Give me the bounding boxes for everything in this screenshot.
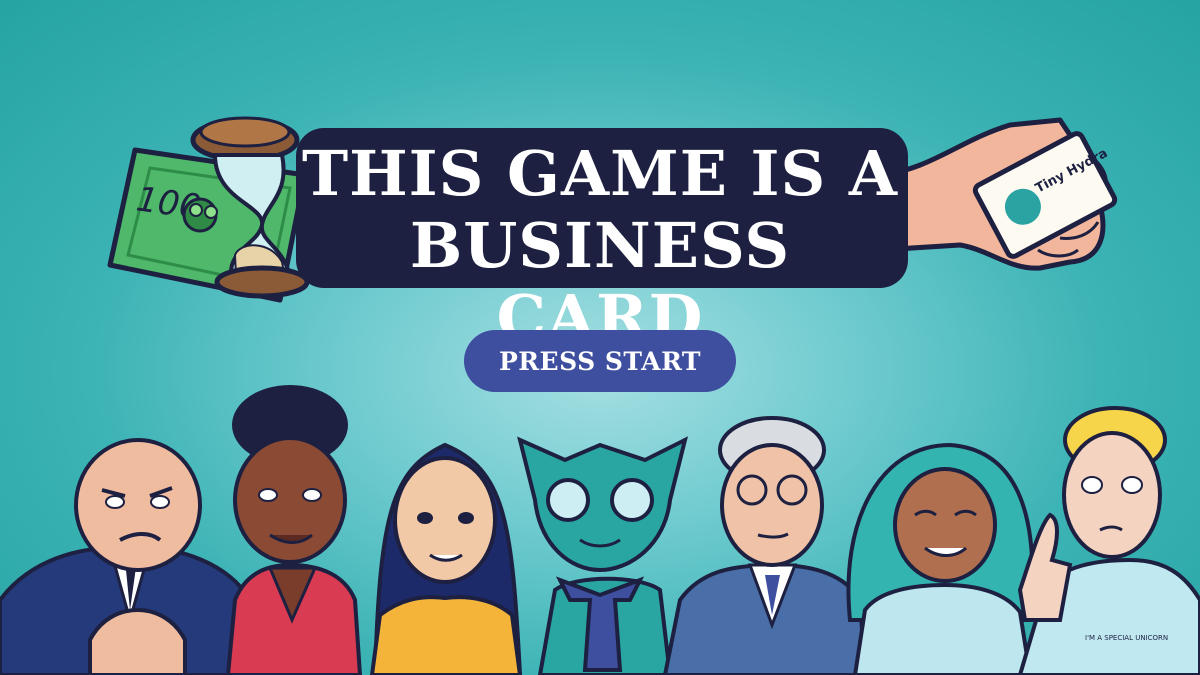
- title-screen: 100 Tiny Hydra THIS GAME IS A BUSINESS C…: [0, 0, 1200, 675]
- character-woman-teal-hair: [846, 442, 1035, 675]
- character-woman-yellow-top: [369, 442, 523, 675]
- character-woman-red-blazer: [225, 385, 363, 675]
- character-lineup: I'M A SPECIAL UNICORN: [0, 385, 1200, 675]
- character-bald-businessman: [0, 438, 258, 675]
- character-teal-dragon: [517, 436, 688, 675]
- character-grey-haired-man: [662, 416, 868, 675]
- unicorn-shirt-text: I'M A SPECIAL UNICORN: [1085, 634, 1168, 642]
- character-blond-person: I'M A SPECIAL UNICORN: [1017, 406, 1200, 675]
